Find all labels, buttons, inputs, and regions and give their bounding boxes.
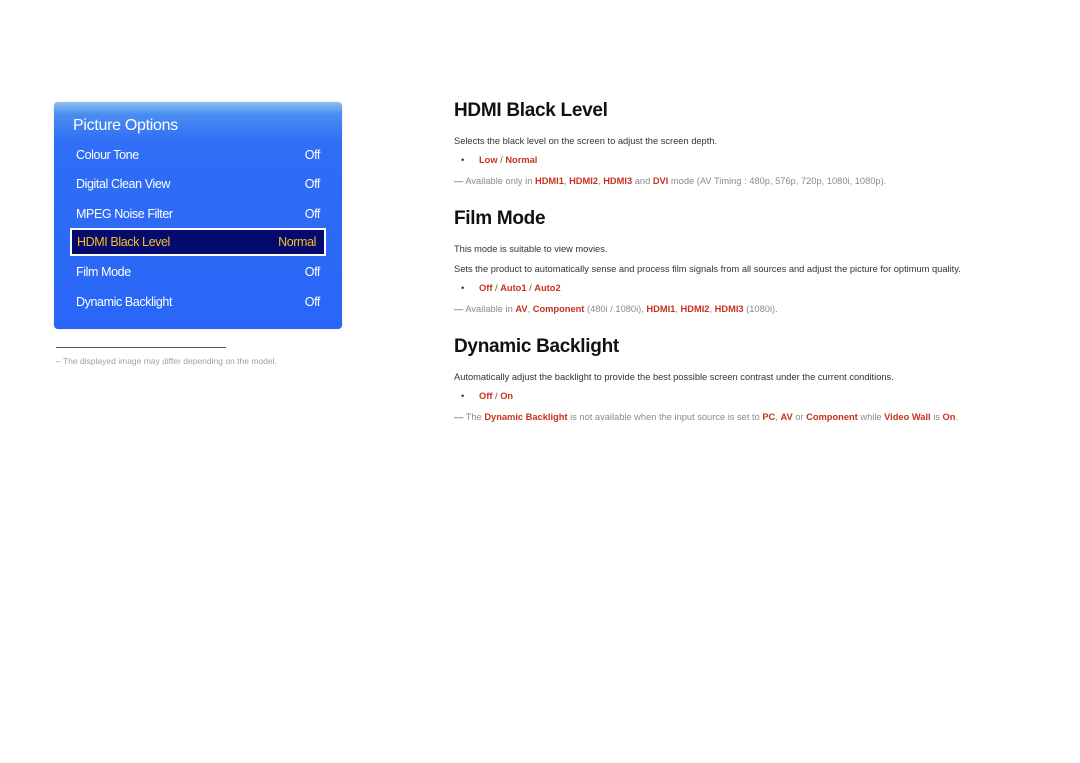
section-note: — Available in AV, Component (480i / 108… — [454, 304, 778, 314]
note-text: mode (AV Timing : 480p, 576p, 720p, 1080… — [668, 176, 887, 186]
footnote-divider — [56, 347, 226, 348]
menu-item-label: Dynamic Backlight — [76, 295, 173, 309]
option-list: • Low / Normal — [461, 155, 537, 165]
menu-item-colour-tone[interactable]: Colour Tone Off — [71, 142, 325, 168]
note-highlight: On — [942, 412, 956, 422]
option-value: Off — [479, 391, 493, 401]
section-note: — The Dynamic Backlight is not available… — [454, 412, 958, 422]
note-highlight: AV — [780, 412, 793, 422]
note-highlight: Component — [532, 304, 585, 314]
option-list: • Off / On — [461, 391, 513, 401]
section-description: Selects the black level on the screen to… — [454, 136, 718, 146]
note-highlight: AV — [515, 304, 528, 314]
option-value: Auto1 — [500, 283, 527, 293]
menu-item-label: MPEG Noise Filter — [76, 207, 173, 221]
section-title-hdmi-black-level: HDMI Black Level — [454, 100, 608, 121]
note-dash-icon: — — [454, 176, 464, 186]
menu-item-label: Colour Tone — [76, 148, 139, 162]
note-highlight: DVI — [652, 176, 669, 186]
note-highlight: Component — [806, 412, 858, 422]
note-highlight: PC — [762, 412, 776, 422]
note-highlight: HDMI3 — [714, 304, 744, 314]
menu-item-value: Normal — [278, 235, 316, 249]
option-value: Normal — [505, 155, 538, 165]
note-highlight: HDMI1 — [534, 176, 564, 186]
menu-item-digital-clean-view[interactable]: Digital Clean View Off — [71, 171, 325, 197]
note-text: while — [857, 412, 885, 422]
note-text: (1080i). — [743, 304, 778, 314]
bullet-icon: • — [461, 283, 465, 293]
note-highlight: HDMI1 — [646, 304, 676, 314]
bullet-icon: • — [461, 155, 465, 165]
note-text: . — [955, 412, 959, 422]
section-description: Sets the product to automatically sense … — [454, 264, 961, 274]
menu-item-label: Film Mode — [76, 265, 131, 279]
option-value: Low — [479, 155, 498, 165]
note-highlight: HDMI2 — [680, 304, 710, 314]
note-highlight: Video Wall — [884, 412, 931, 422]
note-text: is not available when the input source i… — [567, 412, 763, 422]
bullet-icon: • — [461, 391, 465, 401]
menu-item-value: Off — [304, 295, 321, 309]
menu-item-label: Digital Clean View — [76, 177, 171, 191]
menu-item-value: Off — [304, 177, 321, 191]
menu-item-label: HDMI Black Level — [77, 235, 170, 249]
section-title-dynamic-backlight: Dynamic Backlight — [454, 336, 619, 357]
note-highlight: HDMI3 — [603, 176, 633, 186]
note-dash-icon: — — [454, 304, 464, 314]
menu-item-hdmi-black-level[interactable]: HDMI Black Level Normal — [70, 228, 326, 256]
menu-item-film-mode[interactable]: Film Mode Off — [71, 259, 325, 285]
note-text: or — [792, 412, 807, 422]
option-list: • Off / Auto1 / Auto2 — [461, 283, 561, 293]
menu-item-value: Off — [304, 148, 321, 162]
note-text: Available only in — [465, 176, 535, 186]
note-dash-icon: — — [454, 412, 464, 422]
note-text: is — [930, 412, 943, 422]
picture-options-menu: Picture Options Colour Tone Off Digital … — [54, 102, 342, 329]
option-value: Off — [479, 283, 493, 293]
note-highlight: HDMI2 — [569, 176, 599, 186]
option-value: On — [500, 391, 514, 401]
menu-item-dynamic-backlight[interactable]: Dynamic Backlight Off — [71, 289, 325, 315]
section-description: Automatically adjust the backlight to pr… — [454, 372, 894, 382]
menu-item-value: Off — [304, 207, 321, 221]
note-text: and — [632, 176, 653, 186]
footnote-text: – The displayed image may differ dependi… — [56, 356, 277, 366]
note-text: (480i / 1080i), — [584, 304, 647, 314]
note-text: The — [465, 412, 485, 422]
option-value: Auto2 — [534, 283, 561, 293]
note-highlight: Dynamic Backlight — [484, 412, 568, 422]
menu-item-mpeg-noise-filter[interactable]: MPEG Noise Filter Off — [71, 201, 325, 227]
section-title-film-mode: Film Mode — [454, 208, 546, 229]
menu-item-value: Off — [304, 265, 321, 279]
section-description: This mode is suitable to view movies. — [454, 244, 608, 254]
section-note: — Available only in HDMI1, HDMI2, HDMI3 … — [454, 176, 886, 186]
menu-title: Picture Options — [73, 117, 178, 134]
note-text: Available in — [465, 304, 516, 314]
